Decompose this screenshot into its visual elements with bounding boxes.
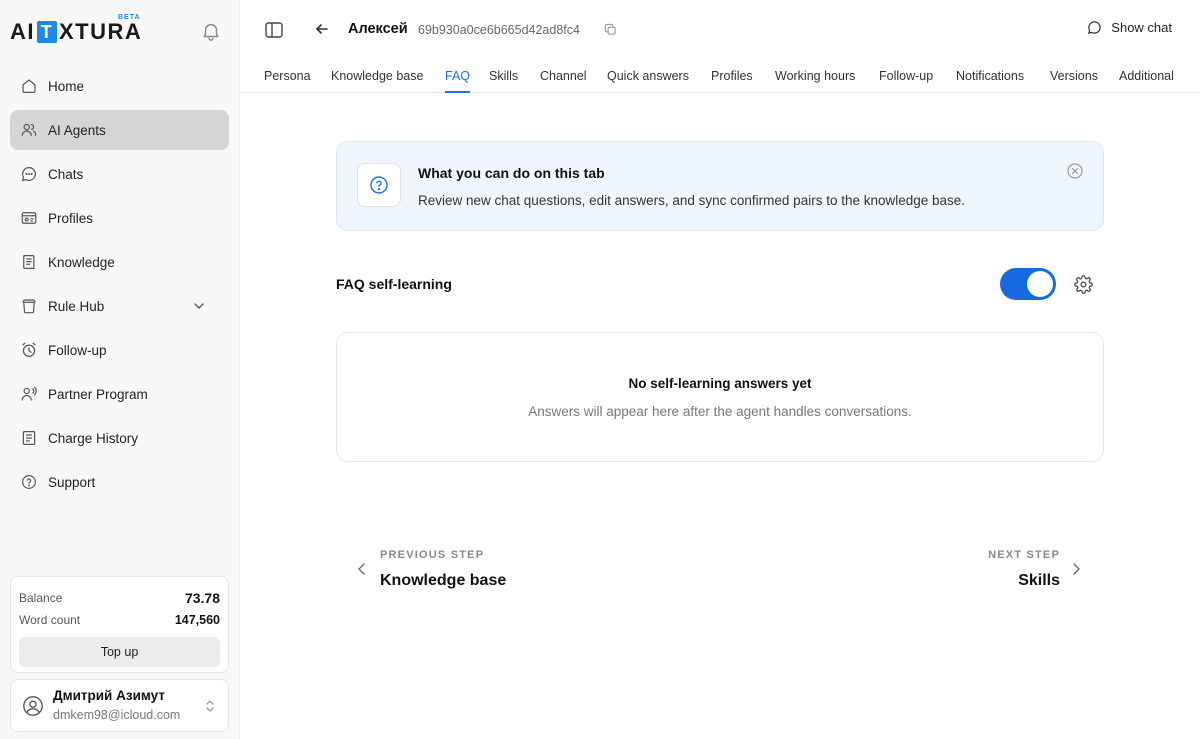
faq-empty-state: No self-learning answers yet Answers wil… bbox=[336, 332, 1104, 462]
agent-id: 69b930a0ce6b665d42ad8fc4 bbox=[418, 23, 580, 37]
tab-follow-up[interactable]: Follow-up bbox=[879, 69, 933, 93]
sidebar-item-home[interactable]: Home bbox=[10, 66, 229, 106]
agent-header: Алексей 69b930a0ce6b665d42ad8fc4 Show ch… bbox=[240, 0, 1200, 60]
tab-info-banner: What you can do on this tab Review new c… bbox=[336, 141, 1104, 231]
sidebar-toggle-icon[interactable] bbox=[264, 20, 284, 40]
balance-card: Balance 73.78 Word count 147,560 Top up bbox=[10, 576, 229, 673]
sidebar-item-label: Knowledge bbox=[48, 254, 115, 270]
sidebar-item-profiles[interactable]: Profiles bbox=[10, 198, 229, 238]
user-name: Дмитрий Азимут bbox=[53, 688, 165, 703]
chevron-right-icon bbox=[1073, 563, 1080, 575]
previous-step-caption: PREVIOUS STEP bbox=[380, 549, 485, 561]
show-chat-button[interactable]: Show chat bbox=[1087, 20, 1172, 35]
logo-text-left: AI bbox=[10, 19, 35, 44]
next-step-caption: NEXT STEP bbox=[988, 549, 1060, 561]
info-description: Review new chat questions, edit answers,… bbox=[418, 193, 966, 208]
chat-icon bbox=[1088, 21, 1101, 34]
top-up-button[interactable]: Top up bbox=[19, 637, 220, 667]
home-icon bbox=[22, 79, 36, 93]
partner-icon bbox=[21, 386, 37, 401]
previous-step-title: Knowledge base bbox=[380, 572, 507, 589]
tab-working-hours[interactable]: Working hours bbox=[775, 69, 855, 93]
sidebar-item-label: Rule Hub bbox=[48, 298, 105, 314]
chevron-left-icon bbox=[358, 563, 365, 575]
word-count-row: Word count 147,560 bbox=[19, 609, 220, 631]
sidebar-item-rule-hub[interactable]: Rule Hub bbox=[10, 286, 229, 326]
previous-step-link[interactable]: PREVIOUS STEP Knowledge base bbox=[356, 549, 556, 595]
sidebar-item-label: Follow-up bbox=[48, 342, 107, 358]
sidebar-item-chats[interactable]: Chats bbox=[10, 154, 229, 194]
sidebar-item-label: Profiles bbox=[48, 210, 94, 226]
next-step-title: Skills bbox=[1018, 572, 1060, 589]
info-title: What you can do on this tab bbox=[418, 165, 605, 181]
tab-quick-answers[interactable]: Quick answers bbox=[607, 69, 689, 93]
user-account-switcher[interactable]: Дмитрий Азимут dmkem98@icloud.com bbox=[10, 679, 229, 732]
chevron-down-icon[interactable] bbox=[191, 298, 207, 314]
brand-logo[interactable]: AI T XTURA BETA bbox=[10, 14, 143, 47]
close-icon[interactable] bbox=[1066, 162, 1084, 180]
sidebar-item-knowledge[interactable]: Knowledge bbox=[10, 242, 229, 282]
user-email: dmkem98@icloud.com bbox=[53, 708, 181, 722]
sidebar-item-label: AI Agents bbox=[48, 122, 106, 138]
sidebar-item-follow-up[interactable]: Follow-up bbox=[10, 330, 229, 370]
tab-additional[interactable]: Additional bbox=[1119, 69, 1174, 93]
tab-profiles[interactable]: Profiles bbox=[711, 69, 753, 93]
rule-hub-icon bbox=[22, 299, 36, 314]
copy-icon[interactable] bbox=[604, 23, 617, 36]
sidebar-item-ai-agents[interactable]: AI Agents bbox=[10, 110, 229, 150]
sidebar-item-label: Chats bbox=[48, 166, 84, 182]
agent-tabs: Persona Knowledge base FAQ Skills Channe… bbox=[240, 60, 1200, 93]
sidebar: AI T XTURA BETA Home AI Agents Chats Pro… bbox=[0, 0, 240, 739]
receipt-icon bbox=[22, 431, 36, 445]
help-circle-icon bbox=[22, 475, 36, 489]
show-chat-label: Show chat bbox=[1111, 20, 1172, 35]
empty-state-title: No self-learning answers yet bbox=[628, 376, 812, 391]
empty-state-description: Answers will appear here after the agent… bbox=[528, 404, 912, 419]
gear-icon[interactable] bbox=[1074, 275, 1093, 294]
tab-channel[interactable]: Channel bbox=[540, 69, 587, 93]
tab-persona[interactable]: Persona bbox=[264, 69, 311, 93]
user-avatar-icon bbox=[23, 696, 43, 716]
tab-faq[interactable]: FAQ bbox=[445, 69, 471, 93]
question-icon-box bbox=[357, 163, 401, 207]
sidebar-item-label: Partner Program bbox=[48, 386, 148, 402]
logo-letter-box: T bbox=[37, 21, 57, 43]
sidebar-item-partner-program[interactable]: Partner Program bbox=[10, 374, 229, 414]
tab-skills[interactable]: Skills bbox=[489, 69, 518, 93]
sidebar-item-label: Charge History bbox=[48, 430, 139, 446]
tab-knowledge-base[interactable]: Knowledge base bbox=[331, 69, 423, 93]
balance-row: Balance 73.78 bbox=[19, 587, 220, 609]
word-count-value: 147,560 bbox=[174, 613, 220, 627]
sidebar-item-charge-history[interactable]: Charge History bbox=[10, 418, 229, 458]
sidebar-nav: Home AI Agents Chats Profiles Knowledge … bbox=[10, 66, 229, 506]
tab-versions[interactable]: Versions bbox=[1050, 69, 1098, 93]
sidebar-item-support[interactable]: Support bbox=[10, 462, 229, 502]
balance-value: 73.78 bbox=[184, 590, 220, 606]
book-icon bbox=[23, 255, 35, 269]
question-circle-icon bbox=[370, 176, 388, 194]
faq-self-learning-toggle[interactable] bbox=[1000, 268, 1056, 300]
sidebar-item-label: Home bbox=[48, 78, 85, 94]
chevron-up-down-icon bbox=[206, 700, 214, 712]
bell-icon[interactable] bbox=[200, 20, 222, 42]
tab-notifications[interactable]: Notifications bbox=[956, 69, 1024, 93]
agent-name: Алексей bbox=[348, 21, 408, 37]
next-step-link[interactable]: NEXT STEP Skills bbox=[900, 549, 1090, 595]
logo-text-right: XTURA bbox=[59, 19, 143, 44]
toggle-knob bbox=[1027, 271, 1053, 297]
users-icon bbox=[21, 123, 37, 136]
chat-bubble-icon bbox=[21, 167, 36, 182]
id-card-icon bbox=[21, 212, 37, 224]
word-count-label: Word count bbox=[19, 613, 81, 627]
alarm-clock-icon bbox=[22, 342, 36, 357]
balance-label: Balance bbox=[19, 591, 63, 605]
sidebar-item-label: Support bbox=[48, 474, 96, 490]
faq-self-learning-label: FAQ self-learning bbox=[336, 276, 452, 292]
beta-badge: BETA bbox=[118, 14, 141, 21]
back-arrow-icon[interactable] bbox=[314, 21, 330, 37]
